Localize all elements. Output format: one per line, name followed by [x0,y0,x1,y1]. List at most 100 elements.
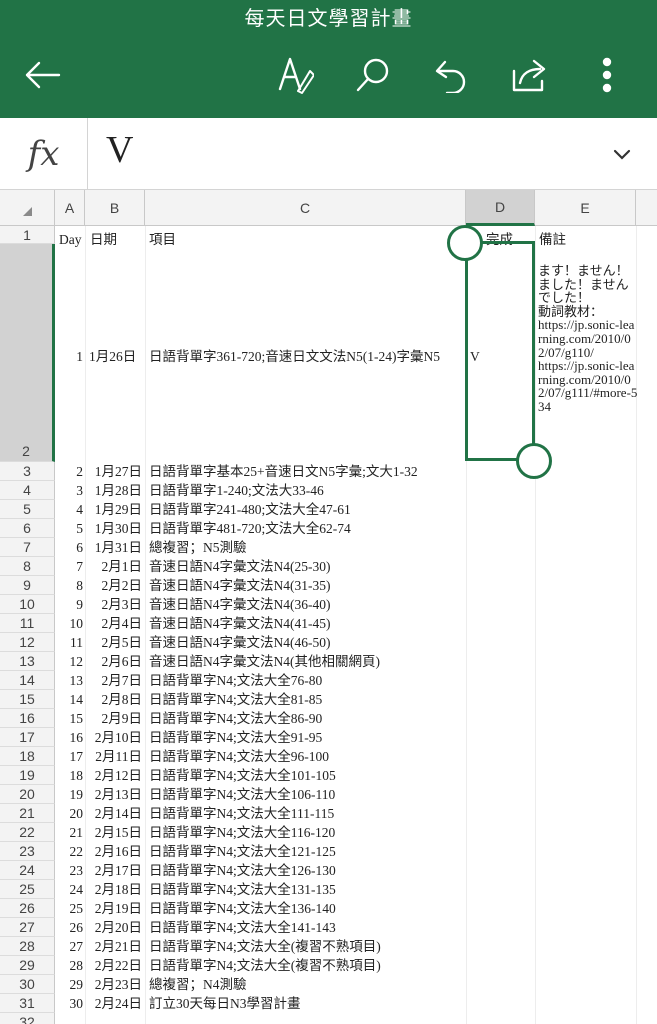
cell-day[interactable]: 12 [55,653,84,671]
cell-date[interactable]: 2月4日 [85,615,143,633]
cell-e2[interactable]: ます！ません！ました！ませんでした！ 動詞教材： https://jp.soni… [538,264,638,414]
cell-item[interactable]: 日語背單字N4;文法大全121-125 [149,843,336,861]
cell-day[interactable]: 19 [55,786,84,804]
cell-day[interactable]: 27 [55,938,84,956]
row-header[interactable]: 12 [0,633,55,652]
row-header[interactable]: 28 [0,937,55,956]
cell-day[interactable]: 29 [55,976,84,994]
row-header-1[interactable]: 1 [0,226,55,244]
row-header[interactable]: 22 [0,823,55,842]
row-header[interactable]: 5 [0,500,55,519]
column-header-e[interactable]: E [535,190,636,226]
cell-date[interactable]: 2月21日 [85,938,142,956]
cell-date[interactable]: 2月7日 [85,672,143,690]
search-button[interactable] [350,52,396,98]
cell-day[interactable]: 24 [55,881,84,899]
cell-item[interactable]: 日語背單字N4;文法大全81-85 [149,691,322,709]
row-header[interactable]: 24 [0,861,55,880]
cell-date[interactable]: 2月24日 [85,995,142,1013]
cell-day[interactable]: 7 [55,558,83,576]
cell-day[interactable]: 22 [55,843,84,861]
cell-day[interactable]: 15 [55,710,84,728]
row-header[interactable]: 31 [0,994,55,1013]
cell-date[interactable]: 2月3日 [85,596,143,614]
cell-item[interactable]: 日語背單字N4;文法大全76-80 [149,672,322,690]
cell-item[interactable]: 日語背單字N4;文法大全(複習不熟項目) [149,957,381,975]
cell-day[interactable]: 20 [55,805,84,823]
cell-date[interactable]: 2月13日 [85,786,142,804]
cell-item[interactable]: 日語背單字N4;文法大全126-130 [149,862,336,880]
cell-item[interactable]: 日語背單字N4;文法大全131-135 [149,881,336,899]
row-header[interactable]: 23 [0,842,55,861]
row-header[interactable]: 25 [0,880,55,899]
row-header[interactable]: 3 [0,462,55,481]
row-header[interactable]: 6 [0,519,55,538]
cell-date[interactable]: 2月8日 [85,691,143,709]
cell-item[interactable]: 日語背單字481-720;文法大全62-74 [149,520,351,538]
cell-item[interactable]: 訂立30天每日N3學習計畫 [149,995,301,1013]
cell-date[interactable]: 2月15日 [85,824,142,842]
cell-day[interactable]: 16 [55,729,84,747]
row-header[interactable]: 9 [0,576,55,595]
row-header[interactable]: 14 [0,671,55,690]
select-all-corner[interactable] [0,190,55,226]
cell-date[interactable]: 2月9日 [85,710,143,728]
cell-item[interactable]: 日語背單字基本25+音速日文N5字彙;文大1-32 [149,463,418,481]
back-button[interactable] [19,52,65,98]
cell-date[interactable]: 1月27日 [85,463,142,481]
cell-date[interactable]: 2月12日 [85,767,142,785]
cell-date[interactable]: 2月6日 [85,653,143,671]
cell-date[interactable]: 2月19日 [85,900,142,918]
cell-c2[interactable]: 日語背單字361-720;音速日文文法N5(1-24)字彙N5 [149,348,440,366]
cell-date[interactable]: 2月16日 [85,843,142,861]
cell-day[interactable]: 2 [55,463,83,481]
cell-date[interactable]: 2月23日 [85,976,142,994]
row-header[interactable]: 18 [0,747,55,766]
row-header[interactable]: 15 [0,690,55,709]
cell-item[interactable]: 音速日語N4字彙文法N4(31-35) [149,577,331,595]
cell-date[interactable]: 2月17日 [85,862,142,880]
cell-date[interactable]: 2月10日 [85,729,142,747]
formula-input[interactable]: V [106,128,133,172]
cell-date[interactable]: 2月5日 [85,634,143,652]
row-header[interactable]: 30 [0,975,55,994]
cell-day[interactable]: 3 [55,482,83,500]
header-item[interactable]: 項目 [149,231,176,249]
row-header[interactable]: 29 [0,956,55,975]
undo-button[interactable] [428,52,474,98]
cell-item[interactable]: 日語背單字N4;文法大全111-115 [149,805,334,823]
row-header[interactable]: 16 [0,709,55,728]
cell-day[interactable]: 9 [55,596,83,614]
cell-day[interactable]: 25 [55,900,84,918]
cell-item[interactable]: 音速日語N4字彙文法N4(41-45) [149,615,331,633]
cell-item[interactable]: 日語背單字N4;文法大全91-95 [149,729,322,747]
cell-day[interactable]: 10 [55,615,84,633]
cell-date[interactable]: 2月18日 [85,881,142,899]
cell-date[interactable]: 2月1日 [85,558,143,576]
cell-day[interactable]: 14 [55,691,84,709]
cell-day[interactable]: 30 [55,995,84,1013]
cell-item[interactable]: 日語背單字N4;文法大全136-140 [149,900,336,918]
cell-date[interactable]: 2月2日 [85,577,143,595]
cell-item[interactable]: 日語背單字N4;文法大全101-105 [149,767,336,785]
header-date[interactable]: 日期 [90,231,117,249]
cell-item[interactable]: 音速日語N4字彙文法N4(46-50) [149,634,331,652]
cell-item[interactable]: 日語背單字241-480;文法大全47-61 [149,501,351,519]
selection-handle-bottom[interactable] [516,443,552,479]
cell-item[interactable]: 日語背單字1-240;文法大33-46 [149,482,324,500]
row-header[interactable]: 32 [0,1013,55,1024]
cell-date[interactable]: 2月22日 [85,957,142,975]
cell-day[interactable]: 28 [55,957,84,975]
cell-date[interactable]: 1月29日 [85,501,142,519]
column-header-d[interactable]: D [466,190,535,226]
row-header[interactable]: 11 [0,614,55,633]
more-options-button[interactable] [584,52,630,98]
cell-item[interactable]: 日語背單字N4;文法大全116-120 [149,824,335,842]
column-header-a[interactable]: A [55,190,85,226]
chevron-down-icon[interactable] [607,140,637,170]
cell-date[interactable]: 1月30日 [85,520,142,538]
row-header[interactable]: 26 [0,899,55,918]
cell-item[interactable]: 日語背單字N4;文法大全96-100 [149,748,329,766]
row-header[interactable]: 27 [0,918,55,937]
header-note[interactable]: 備註 [539,231,566,249]
